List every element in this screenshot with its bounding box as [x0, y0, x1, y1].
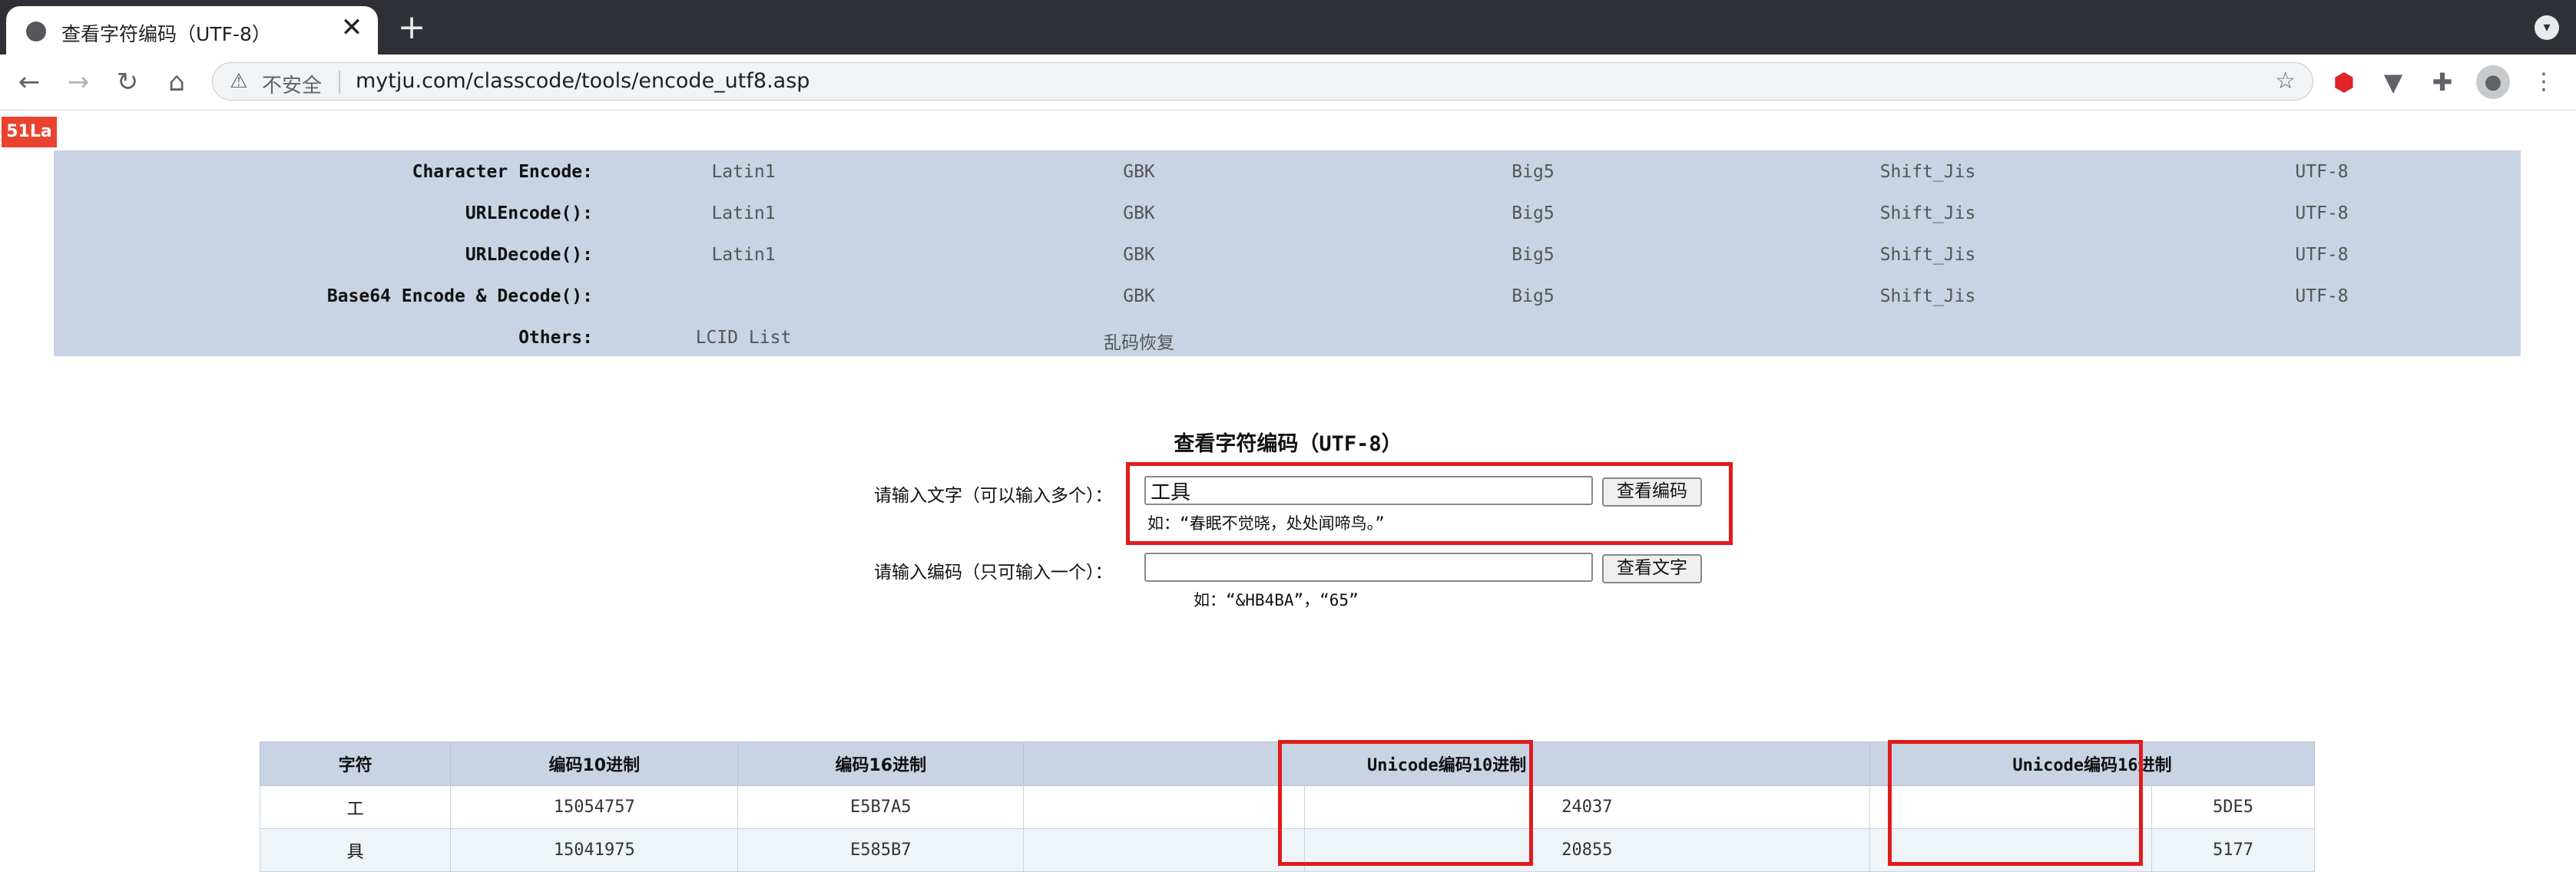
unicode-hex-cell: 5177 — [2151, 828, 2315, 872]
browser-tab-strip: 查看字符编码（UTF-8） ✕ + ▾ — [0, 0, 2576, 54]
unicode-hex-cell: 5DE5 — [2151, 785, 2315, 829]
encoding-links-table: Character Encode: Latin1 GBK Big5 Shift_… — [54, 150, 2521, 356]
row-label: URLDecode(): — [465, 245, 593, 265]
row-label: Others: — [518, 328, 593, 348]
avatar-icon[interactable]: ● — [2476, 65, 2510, 99]
highlight-box-unicode-dec — [1278, 740, 1533, 866]
encoding-link[interactable]: Latin1 — [711, 162, 775, 182]
page-content: 51La Character Encode: Latin1 GBK Big5 S… — [0, 111, 2576, 872]
row-label: Base64 Encode & Decode(): — [326, 286, 593, 306]
encoding-link[interactable]: UTF-8 — [2295, 203, 2348, 223]
address-bar[interactable]: ⚠ 不安全 mytju.com/classcode/tools/encode_u… — [212, 62, 2313, 101]
encoding-link[interactable]: GBK — [1123, 203, 1155, 223]
tab-search-icon[interactable]: ▾ — [2535, 15, 2559, 40]
encoding-link[interactable]: GBK — [1123, 162, 1155, 182]
row-label: Character Encode: — [412, 162, 593, 182]
char-cell: 具 — [259, 828, 452, 872]
encoding-link[interactable]: Shift_Jis — [1880, 286, 1976, 306]
dec-code-cell: 15054757 — [450, 785, 739, 829]
home-icon[interactable]: ⌂ — [158, 64, 195, 101]
encoding-row: Base64 Encode & Decode(): GBK Big5 Shift… — [54, 275, 2521, 316]
encoding-link[interactable]: Latin1 — [711, 245, 775, 265]
highlight-box-input — [1126, 462, 1733, 545]
encoding-link[interactable]: Shift_Jis — [1880, 245, 1976, 265]
encoding-link[interactable]: GBK — [1123, 286, 1155, 306]
code-example: 如：“&HB4BA”，“65” — [1194, 591, 1359, 609]
dec-code-cell: 15041975 — [450, 828, 739, 872]
code-input-label: 请输入编码（只可输入一个）： — [874, 563, 1113, 583]
lcid-list-link[interactable]: LCID List — [696, 328, 792, 348]
char-cell: 工 — [259, 785, 452, 829]
encoding-link[interactable]: Big5 — [1511, 162, 1554, 182]
encoding-row: Others: LCID List 乱码恢复 — [54, 316, 2521, 358]
close-icon[interactable]: ✕ — [338, 14, 366, 41]
puzzle-icon[interactable]: ✚ — [2425, 65, 2459, 99]
encoding-link[interactable]: UTF-8 — [2295, 162, 2348, 182]
view-text-button[interactable]: 查看文字 — [1602, 554, 1702, 583]
hex-code-cell: E585B7 — [737, 828, 1025, 872]
encoding-row: URLDecode(): Latin1 GBK Big5 Shift_Jis U… — [54, 233, 2521, 275]
encoding-link[interactable]: Big5 — [1511, 203, 1554, 223]
star-icon[interactable]: ☆ — [2275, 68, 2296, 94]
url-text[interactable]: mytju.com/classcode/tools/encode_utf8.as… — [356, 69, 810, 93]
encoding-link[interactable]: UTF-8 — [2295, 245, 2348, 265]
highlight-box-unicode-hex — [1888, 740, 2143, 866]
code-input[interactable] — [1144, 553, 1593, 582]
encoding-link[interactable]: Big5 — [1511, 286, 1554, 306]
column-header: 编码16进制 — [737, 742, 1025, 786]
encoding-row: Character Encode: Latin1 GBK Big5 Shift_… — [54, 150, 2521, 192]
security-label: 不安全 — [262, 74, 323, 97]
column-header: 编码10进制 — [450, 742, 739, 786]
hex-code-cell: E5B7A5 — [737, 785, 1025, 829]
browser-tab[interactable]: 查看字符编码（UTF-8） ✕ — [6, 6, 378, 54]
encoding-link[interactable]: GBK — [1123, 245, 1155, 265]
address-separator — [339, 71, 340, 94]
warning-icon[interactable]: ⚠ — [230, 70, 247, 93]
forward-arrow-icon[interactable]: → — [60, 64, 97, 101]
back-arrow-icon[interactable]: ← — [11, 64, 48, 101]
encoding-link[interactable]: Shift_Jis — [1880, 203, 1976, 223]
kebab-menu-icon[interactable]: ⋮ — [2527, 65, 2561, 99]
stats-badge[interactable]: 51La — [2, 117, 57, 147]
encoding-link[interactable]: Big5 — [1511, 245, 1554, 265]
browser-toolbar: ← → ↻ ⌂ ⚠ 不安全 mytju.com/classcode/tools/… — [0, 54, 2576, 111]
empty-cell — [1023, 785, 1305, 829]
reload-icon[interactable]: ↻ — [109, 64, 146, 101]
row-label: URLEncode(): — [465, 203, 593, 223]
encoding-row: URLEncode(): Latin1 GBK Big5 Shift_Jis U… — [54, 192, 2521, 233]
column-header: 字符 — [259, 742, 452, 786]
tab-title: 查看字符编码（UTF-8） — [61, 23, 271, 45]
garbled-recovery-link[interactable]: 乱码恢复 — [1104, 328, 1174, 354]
encoding-link[interactable]: Latin1 — [711, 203, 775, 223]
globe-icon — [26, 21, 46, 41]
page-title: 查看字符编码（UTF-8） — [1174, 432, 1402, 456]
adblock-icon[interactable]: ⬢ — [2327, 65, 2361, 99]
encoding-link[interactable]: Shift_Jis — [1880, 162, 1976, 182]
encoding-link[interactable]: UTF-8 — [2295, 286, 2348, 306]
plus-icon[interactable]: + — [393, 9, 430, 46]
empty-cell — [1023, 828, 1305, 872]
extension-icon[interactable]: ▼ — [2376, 65, 2410, 99]
text-input-label: 请输入文字（可以输入多个）： — [874, 486, 1113, 506]
